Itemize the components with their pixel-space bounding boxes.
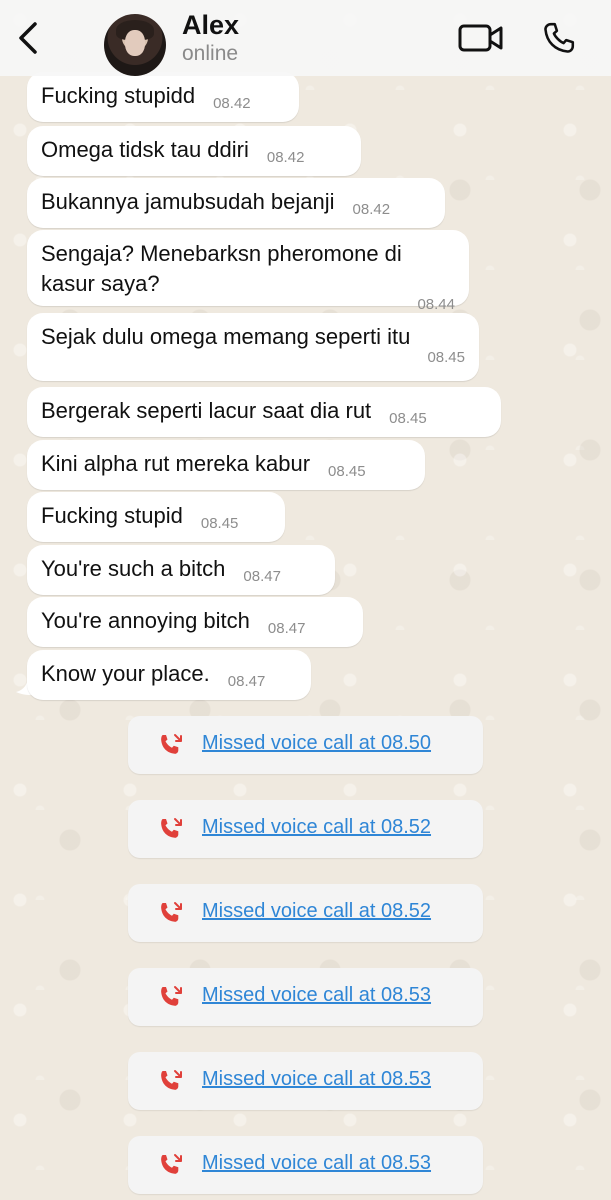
message-bubble[interactable]: Know your place. 08.47: [27, 650, 311, 700]
message-text: Know your place.: [41, 661, 210, 686]
message-bubble[interactable]: Sejak dulu omega memang seperti itu 08.45: [27, 313, 479, 381]
missed-call-icon: [161, 818, 182, 838]
message-bubble[interactable]: Sengaja? Menebarksn pheromone di kasur s…: [27, 230, 469, 313]
missed-call-icon: [161, 734, 182, 754]
message-time: 08.45: [328, 463, 366, 480]
message-time: 08.47: [227, 673, 266, 690]
missed-call-link[interactable]: Missed voice call at 08.52: [202, 900, 431, 923]
message-time: 08.45: [200, 515, 239, 532]
missed-call-link[interactable]: Missed voice call at 08.52: [202, 816, 431, 839]
message-time: 08.42: [213, 95, 251, 112]
message-bubble[interactable]: Bukannya jamubsudah bejanji 08.42: [27, 178, 445, 228]
message-text: Fucking stupid: [41, 503, 183, 528]
video-call-button[interactable]: [456, 18, 506, 58]
missed-call-icon: [161, 986, 182, 1006]
missed-call-icon: [161, 902, 182, 922]
avatar[interactable]: [104, 14, 166, 76]
missed-call-item[interactable]: Missed voice call at 08.52: [128, 884, 483, 942]
phone-icon: [544, 22, 575, 53]
message-bubble[interactable]: Omega tidsk tau ddiri 08.42: [27, 126, 361, 176]
message-time: 08.42: [352, 201, 391, 218]
missed-call-item[interactable]: Missed voice call at 08.53: [128, 1052, 483, 1110]
message-text: Omega tidsk tau ddiri: [41, 137, 249, 162]
message-text: Kini alpha rut mereka kabur: [41, 451, 311, 476]
contact-name[interactable]: Alex: [182, 10, 239, 41]
message-bubble[interactable]: Bergerak seperti lacur saat dia rut 08.45: [27, 387, 501, 437]
message-text: Sejak dulu omega memang seperti itu: [41, 324, 411, 349]
message-text: You're such a bitch: [41, 556, 226, 581]
message-text: You're annoying bitch: [41, 608, 250, 633]
missed-call-link[interactable]: Missed voice call at 08.50: [202, 732, 431, 755]
missed-call-item[interactable]: Missed voice call at 08.53: [128, 968, 483, 1026]
message-bubble[interactable]: Kini alpha rut mereka kabur 08.45: [27, 440, 425, 490]
missed-call-link[interactable]: Missed voice call at 08.53: [202, 1068, 431, 1091]
missed-call-icon: [161, 1154, 182, 1174]
message-bubble[interactable]: You're such a bitch 08.47: [27, 545, 335, 595]
message-text: Bergerak seperti lacur saat dia rut: [41, 398, 372, 423]
missed-call-item[interactable]: Missed voice call at 08.50: [128, 716, 483, 774]
message-time: 08.42: [266, 149, 305, 166]
missed-call-item[interactable]: Missed voice call at 08.53: [128, 1136, 483, 1194]
message-bubble[interactable]: Fucking stupid 08.45: [27, 492, 285, 542]
missed-call-link[interactable]: Missed voice call at 08.53: [202, 1152, 431, 1175]
message-time: 08.44: [417, 296, 455, 313]
message-time: 08.45: [389, 410, 427, 427]
message-time: 08.47: [267, 620, 306, 637]
message-text: Sengaja? Menebarksn pheromone di kasur s…: [41, 241, 402, 296]
chat-header: Alex online: [0, 0, 611, 76]
chevron-left-icon: [19, 22, 37, 54]
contact-status: online: [182, 42, 239, 65]
voice-call-button[interactable]: [534, 18, 584, 58]
missed-call-item[interactable]: Missed voice call at 08.52: [128, 800, 483, 858]
message-text: Fucking stupidd: [41, 83, 196, 108]
back-button[interactable]: [10, 16, 46, 60]
message-time: 08.47: [243, 568, 281, 585]
message-text: Bukannya jamubsudah bejanji: [41, 189, 335, 214]
video-camera-icon: [458, 24, 503, 52]
missed-call-link[interactable]: Missed voice call at 08.53: [202, 984, 431, 1007]
message-bubble[interactable]: Fucking stupidd 08.42: [27, 72, 299, 122]
message-bubble[interactable]: You're annoying bitch 08.47: [27, 597, 363, 647]
message-time: 08.45: [427, 349, 465, 366]
missed-call-icon: [161, 1070, 182, 1090]
